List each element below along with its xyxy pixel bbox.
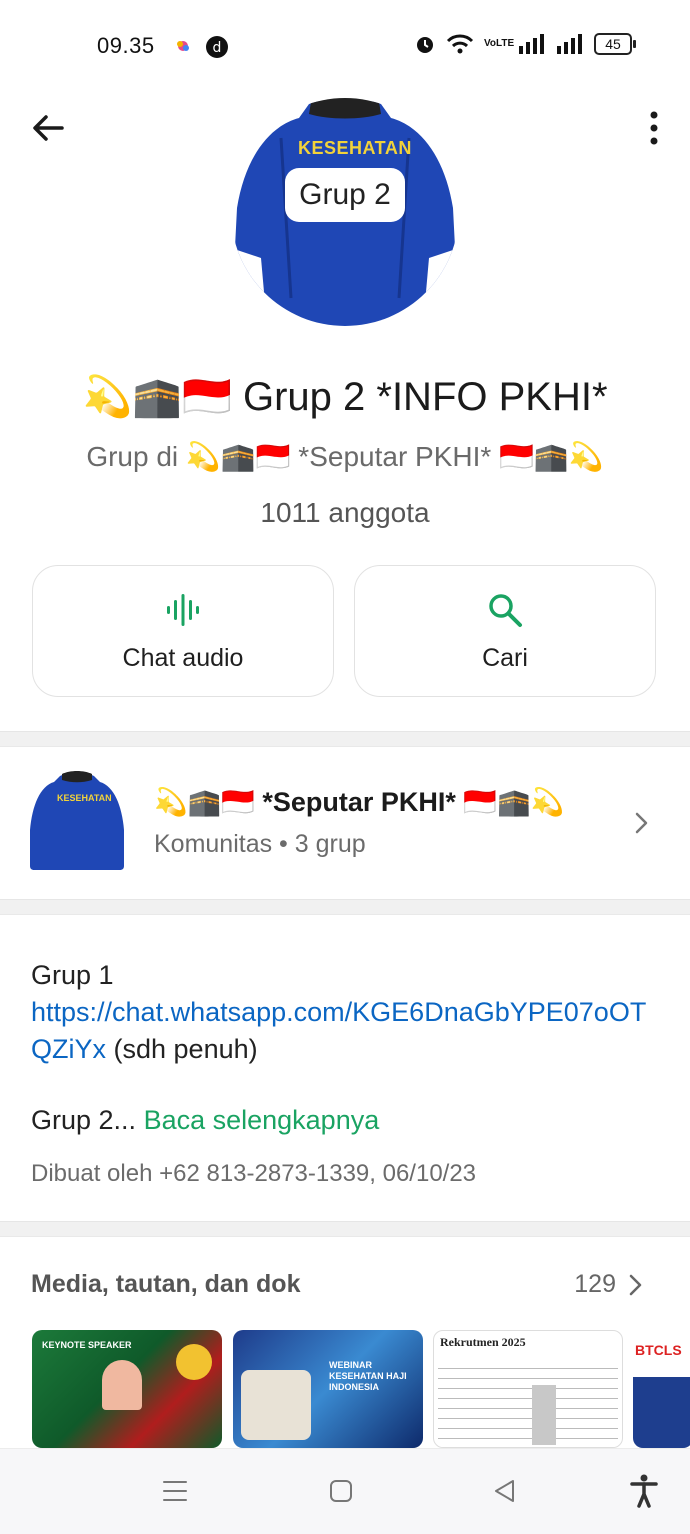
description-link-line: https://chat.whatsapp.com/KGE6DnaGbYPE07… [31,994,661,1068]
jacket-text: KESEHATAN [298,138,412,158]
group-name: 💫🕋🇮🇩 Grup 2 *INFO PKHI* [82,375,608,419]
document-table [438,1359,618,1447]
avatar-group-label: Grup 2 [285,168,405,222]
app-notification-icon [173,36,193,61]
section-divider [0,731,690,747]
back-arrow-icon[interactable] [28,108,68,148]
audio-chat-label: Chat audio [122,644,244,672]
signal-icon-1 [519,34,544,54]
description-truncated: Grup 2... [31,1105,137,1135]
media-thumbnail[interactable]: BTCLS [633,1330,690,1448]
recent-apps-icon[interactable] [162,1478,188,1509]
community-jacket-text: KESEHATAN [57,793,112,803]
more-options-icon[interactable] [646,110,662,146]
community-meta: Komunitas • 3 grup [154,830,366,858]
description-line: Grup 1 [31,960,114,990]
group-community-subtitle[interactable]: Grup di 💫🕋🇮🇩 *Seputar PKHI* 🇮🇩🕋💫 [0,440,690,473]
audio-wave-icon [165,592,201,633]
community-name: 💫🕋🇮🇩 *Seputar PKHI* 🇮🇩🕋💫 [154,787,565,817]
description-note: (sdh penuh) [106,1034,258,1064]
speaker-photo [241,1370,311,1440]
community-avatar [30,770,124,870]
description-more-line: Grup 2... Baca selengkapnya [31,1102,661,1139]
accessibility-icon[interactable] [630,1474,658,1513]
volte-label: VoLTE [484,38,515,49]
media-count: 129 [574,1270,616,1298]
table-shading [532,1385,556,1445]
back-triangle-icon[interactable] [492,1478,518,1509]
d-app-icon: d [205,35,229,64]
section-divider [0,899,690,915]
home-icon[interactable] [328,1478,354,1509]
svg-text:d: d [213,40,222,56]
thumb-text: WEBINAR KESEHATAN HAJI INDONESIA [329,1360,407,1392]
section-divider [0,1221,690,1237]
media-thumbnail[interactable]: Rekrutmen 2025 [433,1330,623,1448]
media-chevron-right-icon[interactable] [627,1270,645,1300]
search-label: Cari [482,644,528,672]
status-icons: VoLTE 45 [414,33,636,55]
search-button[interactable]: Cari [354,565,656,697]
search-icon [487,592,523,633]
media-heading[interactable]: Media, tautan, dan dok [31,1270,300,1299]
thumb-text: KEYNOTE SPEAKER [42,1340,132,1350]
audio-chat-button[interactable]: Chat audio [32,565,334,697]
thumb-text: BTCLS [635,1342,682,1358]
wifi-icon [446,34,474,54]
created-by-text: Dibuat oleh +62 813-2873-1339, 06/10/23 [31,1160,477,1187]
chevron-right-icon [633,808,651,838]
signal-icon-2 [557,34,582,54]
media-thumbnail[interactable]: KEYNOTE SPEAKER [32,1330,222,1448]
battery-indicator: 45 [594,33,636,55]
status-time: 09.35 [97,33,155,58]
skp-badge-icon [176,1344,212,1380]
media-thumbnail[interactable]: WEBINAR KESEHATAN HAJI INDONESIA [233,1330,423,1448]
speaker-photo [102,1360,142,1410]
read-more-link[interactable]: Baca selengkapnya [144,1105,380,1135]
alarm-icon [417,37,433,53]
member-count: 1011 anggota [260,497,430,528]
thumb-text: Rekrutmen 2025 [440,1335,526,1349]
